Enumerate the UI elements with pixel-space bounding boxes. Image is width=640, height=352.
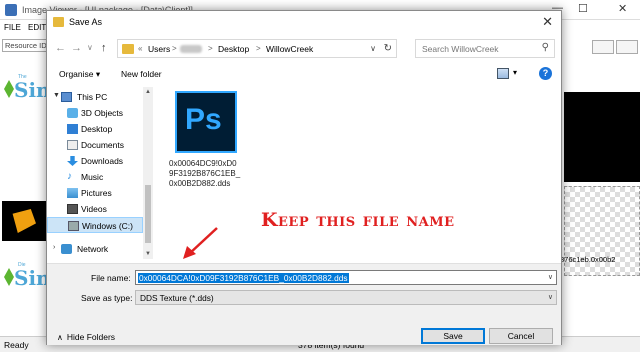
forward-arrow-icon[interactable]: →	[71, 42, 82, 54]
sidebar-item-network[interactable]: › Network	[47, 241, 143, 257]
pictures-icon	[67, 188, 78, 198]
file-item-name: 0x00064DC9!0xD09F3192B876C1EB_0x00B2D882…	[169, 159, 241, 188]
navigation-pane: ▼ This PC 3D Objects Desktop Documents D…	[47, 87, 153, 259]
status-ready: Ready	[4, 340, 29, 350]
breadcrumb-separator[interactable]: >	[256, 44, 261, 53]
close-icon[interactable]: ✕	[618, 2, 627, 15]
save-as-dialog: Save As ✕ ← → ∨ ↑ « Users > > Desktop > …	[46, 10, 562, 345]
sidebar-item-documents[interactable]: Documents	[47, 137, 143, 153]
address-row: ← → ∨ ↑ « Users > > Desktop > WillowCree…	[47, 37, 561, 61]
annotation-text: Keep this file name	[261, 209, 455, 231]
scroll-thumb[interactable]	[145, 185, 151, 243]
music-icon: ♪	[67, 171, 72, 182]
scroll-down-icon[interactable]: ▼	[145, 251, 151, 257]
new-folder-button[interactable]: New folder	[121, 69, 162, 79]
folder-icon	[53, 17, 64, 27]
breadcrumb-desktop[interactable]: Desktop	[218, 44, 249, 54]
dialog-title: Save As	[69, 17, 103, 27]
computer-icon	[61, 92, 72, 102]
save-options-panel: File name: 0x00064DCA!0xD09F3192B876C1EB…	[47, 263, 561, 345]
file-name-input[interactable]: 0x00064DCA!0xD09F3192B876C1EB_0x00B2D882…	[135, 270, 557, 285]
sidebar-item-music[interactable]: ♪ Music	[47, 169, 143, 185]
save-type-value: DDS Texture (*.dds)	[140, 293, 214, 303]
app-icon	[5, 4, 17, 16]
cancel-button[interactable]: Cancel	[489, 328, 553, 344]
chevron-down-icon[interactable]: ∨	[548, 293, 553, 301]
right-panel-button-2[interactable]	[616, 40, 638, 54]
help-icon[interactable]: ?	[539, 67, 552, 80]
close-icon[interactable]: ✕	[542, 14, 553, 30]
texture-thumbnail[interactable]	[2, 201, 46, 241]
breadcrumb-users[interactable]: Users	[148, 44, 170, 54]
nav-scrollbar[interactable]: ▲ ▼	[143, 87, 153, 259]
view-options-icon[interactable]	[497, 68, 509, 79]
back-arrow-icon[interactable]: ←	[55, 42, 66, 54]
chevron-down-icon[interactable]: ∨	[548, 273, 553, 281]
chevron-down-icon[interactable]: ∨	[370, 44, 376, 53]
sidebar-item-pictures[interactable]: Pictures	[47, 185, 143, 201]
save-type-label: Save as type:	[81, 293, 133, 303]
breadcrumb-separator[interactable]: >	[172, 44, 177, 53]
search-placeholder: Search WillowCreek	[422, 44, 499, 54]
drive-icon	[68, 221, 79, 231]
organise-button[interactable]: Organise ▾	[59, 69, 100, 80]
chevron-down-icon[interactable]: ▼	[53, 92, 60, 99]
scroll-up-icon[interactable]: ▲	[145, 89, 151, 95]
background-left-panel: Resource ID The Sim Die Sim	[0, 36, 57, 336]
sidebar-item-videos[interactable]: Videos	[47, 201, 143, 217]
view-options-dropdown[interactable]: ▾	[513, 68, 517, 77]
recent-locations-icon[interactable]: ∨	[87, 43, 93, 52]
right-partial-filename: 876c1eb.0x00b2	[560, 255, 616, 264]
dialog-toolbar: Organise ▾ New folder ▾ ?	[47, 65, 561, 85]
up-arrow-icon[interactable]: ↑	[101, 42, 107, 54]
file-name-value[interactable]: 0x00064DCA!0xD09F3192B876C1EB_0x00B2D882…	[138, 273, 349, 283]
breadcrumb-willowcreek[interactable]: WillowCreek	[266, 44, 313, 54]
plumbob-icon	[4, 268, 14, 286]
downloads-icon	[67, 156, 78, 166]
plumbob-icon	[4, 80, 14, 98]
documents-icon	[67, 140, 78, 150]
videos-icon	[67, 204, 78, 214]
sidebar-item-this-pc[interactable]: ▼ This PC	[47, 89, 143, 105]
save-button[interactable]: Save	[421, 328, 485, 344]
resource-id-field[interactable]: Resource ID	[2, 39, 48, 52]
chevron-up-icon: ∧	[57, 333, 63, 342]
preview-black	[564, 92, 640, 182]
menu-file[interactable]: FILE	[4, 23, 21, 32]
annotation-arrow-icon	[183, 227, 218, 259]
sidebar-item-downloads[interactable]: Downloads	[47, 153, 143, 169]
chevron-right-icon[interactable]: ›	[53, 244, 55, 251]
photoshop-icon: Ps	[175, 91, 237, 153]
network-icon	[61, 244, 72, 254]
hide-folders-button[interactable]: ∧ Hide Folders	[57, 332, 115, 342]
dialog-titlebar: Save As ✕	[47, 11, 561, 33]
sidebar-item-desktop[interactable]: Desktop	[47, 121, 143, 137]
desktop-icon	[67, 124, 78, 134]
folder-icon	[122, 44, 134, 54]
address-bar[interactable]: « Users > > Desktop > WillowCreek ∨ ↻	[117, 39, 397, 58]
search-icon: ⚲	[541, 42, 549, 53]
sims-logo: The Sim	[4, 74, 57, 106]
sidebar-item-windows-c[interactable]: Windows (C:)	[47, 217, 143, 233]
menu-edit[interactable]: EDIT	[28, 23, 46, 32]
sidebar-item-3d-objects[interactable]: 3D Objects	[47, 105, 143, 121]
breadcrumb-redacted-username[interactable]	[180, 45, 202, 53]
save-type-select[interactable]: DDS Texture (*.dds) ∨	[135, 290, 557, 305]
file-name-label: File name:	[91, 273, 131, 283]
sims-logo-2: Die Sim	[4, 262, 57, 294]
search-input[interactable]: Search WillowCreek ⚲	[415, 39, 555, 58]
breadcrumb-separator[interactable]: >	[208, 44, 213, 53]
right-panel-button-1[interactable]	[592, 40, 614, 54]
maximize-icon[interactable]: ☐	[578, 2, 588, 15]
breadcrumb-overflow[interactable]: «	[138, 44, 142, 53]
file-item[interactable]: Ps 0x00064DC9!0xD09F3192B876C1EB_0x00B2D…	[165, 87, 241, 197]
background-right-panel: 876c1eb.0x00b2	[556, 36, 640, 336]
refresh-icon[interactable]: ↻	[384, 43, 392, 54]
3d-objects-icon	[67, 108, 78, 118]
